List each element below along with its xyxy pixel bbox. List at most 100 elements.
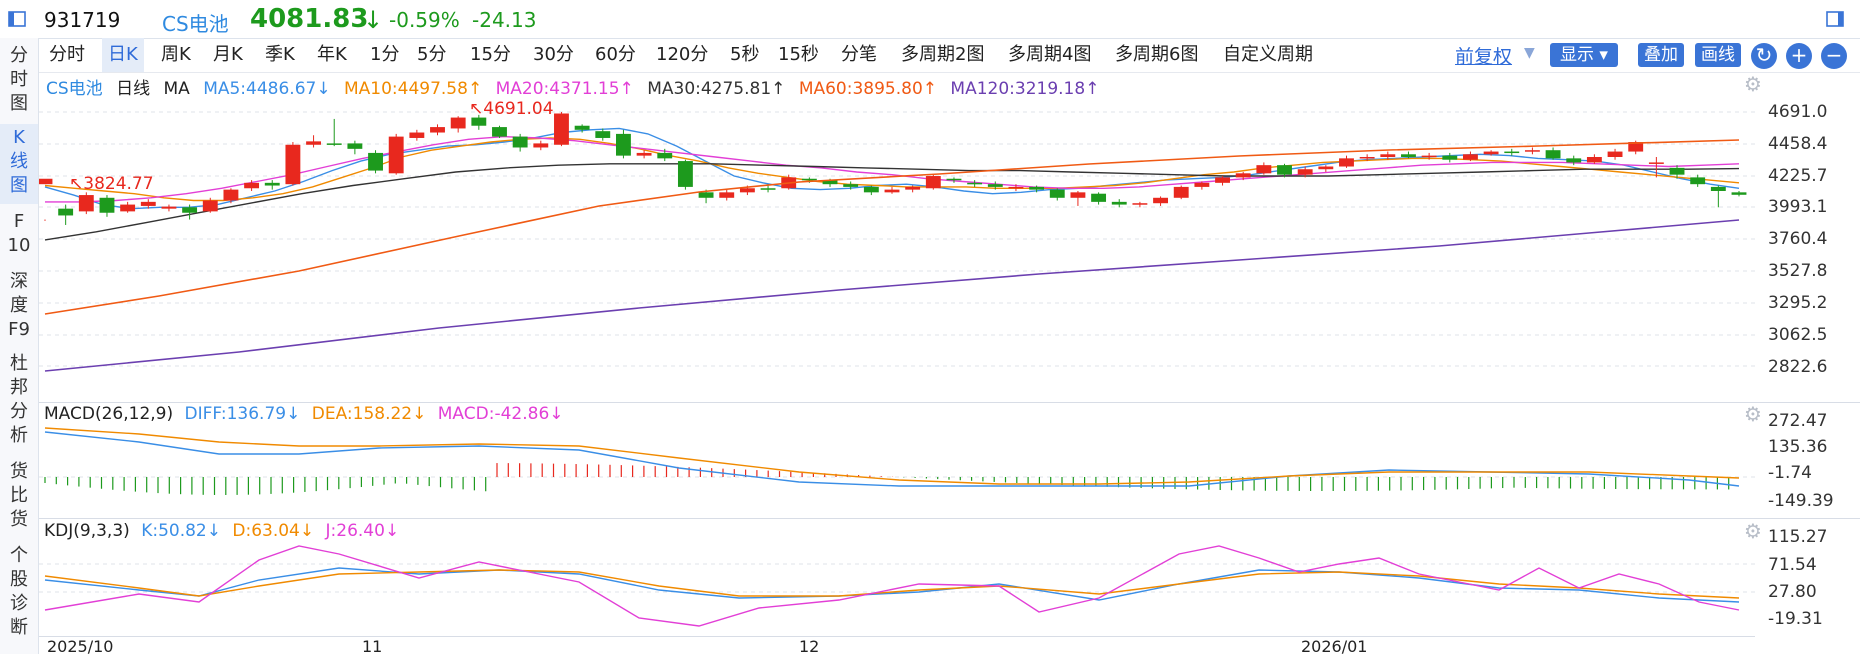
overlay-button[interactable]: 叠加 — [1638, 43, 1684, 67]
period-tab-multi-6[interactable]: 多周期6图 — [1115, 38, 1198, 72]
candle-down — [347, 143, 363, 149]
candle-down — [1442, 155, 1458, 160]
period-tab-daily[interactable]: 日K — [102, 38, 144, 72]
last-price: 4081.83 — [250, 4, 369, 34]
candle-up — [1359, 156, 1375, 159]
candle-up — [244, 182, 260, 189]
candle-up — [1586, 156, 1602, 163]
zoom-in-icon[interactable]: + — [1786, 43, 1812, 69]
period-tab-yearly[interactable]: 年K — [317, 38, 347, 72]
stock-name: CS电池 — [162, 12, 229, 36]
kdj-k-line — [44, 567, 1740, 603]
tab-time-chart[interactable]: 分 时 图 — [0, 42, 38, 122]
axis-label: 4225.7 — [1768, 166, 1828, 186]
quote-header: 931719 CS电池 4081.83 ↓ -0.59% -24.13 — [0, 0, 1860, 39]
candle-up — [554, 113, 569, 145]
candle-up — [1648, 162, 1664, 164]
candle-up — [1339, 158, 1354, 167]
tab-diagnosis[interactable]: 个 股 诊 断 — [0, 542, 38, 648]
tab-dupont-analysis[interactable]: 杜 邦 分 析 — [0, 350, 38, 456]
axis-label: 272.47 — [1768, 411, 1828, 431]
axis-label: 27.80 — [1768, 582, 1817, 602]
candle-up — [223, 189, 239, 201]
axis-label: -1.74 — [1768, 463, 1812, 483]
candle-up — [430, 127, 445, 133]
axis-label: -149.39 — [1768, 491, 1834, 511]
candle-down — [1545, 150, 1561, 159]
candle-up — [140, 201, 156, 206]
candle-up — [884, 189, 900, 193]
period-tab-tick[interactable]: 分笔 — [841, 38, 877, 72]
kdj-k: K:50.82↓ — [141, 521, 221, 541]
panel-toggle-icon[interactable] — [8, 11, 26, 27]
period-tab-monthly[interactable]: 月K — [213, 38, 243, 72]
candle-down — [1566, 158, 1582, 163]
low-annotation: ↖3824.77 — [69, 174, 154, 194]
candle-up — [1607, 151, 1623, 157]
candle-up — [161, 206, 177, 209]
candle-down — [1401, 154, 1416, 157]
tab-f10[interactable]: F 10 — [0, 206, 38, 266]
candle-down — [595, 131, 611, 138]
candle-down — [657, 152, 673, 159]
period-tab-quarterly[interactable]: 季K — [265, 38, 295, 72]
candle-up — [1132, 203, 1148, 205]
period-tab-120min[interactable]: 120分 — [656, 38, 708, 72]
macd-settings-gear-icon[interactable]: ⚙ — [1744, 402, 1762, 426]
candle-up — [1380, 154, 1396, 157]
tab-kline-chart[interactable]: K 线 图 — [0, 124, 38, 204]
candle-up — [1173, 186, 1189, 198]
candle-up — [719, 192, 735, 198]
candle-up — [306, 141, 321, 145]
candle-down — [1277, 165, 1292, 175]
main-settings-gear-icon[interactable]: ⚙ — [1744, 72, 1762, 96]
date-label: 2026/01 — [1301, 637, 1368, 656]
period-tab-15min[interactable]: 15分 — [470, 38, 511, 72]
axis-label: 115.27 — [1768, 527, 1828, 547]
panel-toggle-right-icon[interactable] — [1826, 11, 1844, 27]
axis-label: 135.36 — [1768, 437, 1828, 457]
candle-up — [1070, 192, 1086, 198]
tab-depth-f9[interactable]: 深 度 F9 — [0, 268, 38, 348]
kdj-j: J:26.40↓ — [325, 521, 400, 541]
macd-dea-line — [44, 427, 1740, 485]
period-tab-1min[interactable]: 1分 — [370, 38, 399, 72]
candle-up — [450, 117, 466, 129]
period-tab-5min[interactable]: 5分 — [417, 38, 446, 72]
candle-down — [1690, 177, 1706, 185]
candle-up — [1421, 155, 1437, 158]
adjust-mode-select[interactable]: 前复权 — [1455, 42, 1512, 69]
candle-up — [78, 195, 94, 212]
candle-down — [264, 182, 280, 186]
candle-up — [1524, 150, 1540, 152]
axis-label: 3760.4 — [1768, 229, 1828, 249]
candle-down — [326, 143, 342, 145]
chevron-down-icon[interactable]: ▼ — [1524, 45, 1535, 61]
period-tab-15sec[interactable]: 15秒 — [778, 38, 819, 72]
panel-divider — [39, 518, 1860, 519]
candle-up — [120, 204, 136, 212]
period-tab-intraday[interactable]: 分时 — [49, 38, 85, 72]
axis-label: 4691.0 — [1768, 102, 1828, 122]
display-button[interactable]: 显示 ▾ — [1550, 43, 1618, 67]
tab-compare[interactable]: 货 比 货 — [0, 458, 38, 538]
date-label: 11 — [362, 637, 383, 656]
period-tab-weekly[interactable]: 周K — [161, 38, 191, 72]
period-tab-multi-2[interactable]: 多周期2图 — [901, 38, 984, 72]
axis-label: -19.31 — [1768, 609, 1823, 629]
macd-diff-line — [44, 431, 1740, 487]
period-tab-60min[interactable]: 60分 — [595, 38, 636, 72]
candle-up — [1463, 154, 1478, 160]
candle-up — [1194, 182, 1210, 187]
period-tab-30min[interactable]: 30分 — [533, 38, 574, 72]
period-tab-custom[interactable]: 自定义周期 — [1223, 38, 1313, 72]
zoom-out-icon[interactable]: − — [1821, 43, 1847, 69]
period-tab-multi-4[interactable]: 多周期4图 — [1008, 38, 1091, 72]
refresh-icon[interactable]: ↻ — [1751, 43, 1777, 69]
period-tab-5sec[interactable]: 5秒 — [730, 38, 759, 72]
draw-button[interactable]: 画线 — [1695, 43, 1741, 67]
candle-down — [574, 125, 590, 130]
candle-up — [925, 176, 941, 189]
down-arrow-icon: ↓ — [363, 6, 384, 34]
candle-down — [616, 133, 631, 156]
